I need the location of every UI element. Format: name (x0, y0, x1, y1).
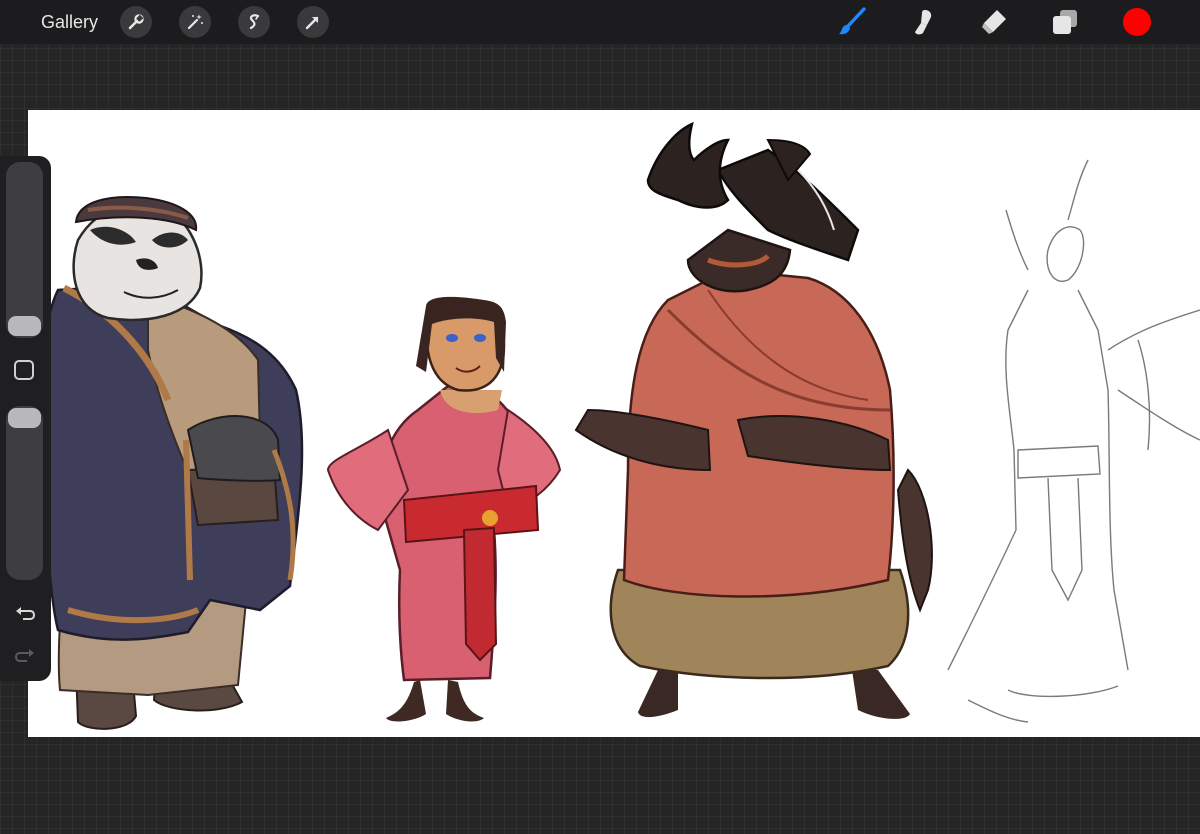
eraser-tool-button[interactable] (978, 6, 1010, 38)
brush-size-thumb[interactable] (8, 316, 41, 336)
undo-button[interactable] (12, 600, 38, 626)
opacity-thumb[interactable] (8, 408, 41, 428)
modify-button[interactable] (14, 360, 34, 380)
magic-wand-icon (187, 14, 203, 30)
top-toolbar: Gallery (0, 0, 1200, 44)
layers-button[interactable] (1049, 6, 1081, 38)
layers-icon (1053, 10, 1077, 34)
wrench-icon (128, 14, 144, 30)
redo-button[interactable] (12, 642, 38, 668)
selection-icon (249, 14, 260, 30)
redo-icon (14, 649, 34, 662)
transform-arrow-icon (305, 16, 319, 30)
transform-button[interactable] (297, 6, 329, 38)
smudge-tool-button[interactable] (906, 6, 938, 38)
actions-button[interactable] (120, 6, 152, 38)
drawing-canvas[interactable] (28, 110, 1200, 737)
smudge-icon (915, 10, 932, 35)
left-sidebar (0, 156, 51, 681)
brush-icon (839, 7, 866, 35)
sketch-character-figure (947, 159, 1200, 723)
selection-button[interactable] (238, 6, 270, 38)
brush-size-slider[interactable] (6, 162, 43, 338)
undo-icon (16, 607, 36, 620)
beetle-character-figure (574, 121, 933, 719)
adjustments-button[interactable] (179, 6, 211, 38)
gallery-button[interactable]: Gallery (41, 11, 98, 33)
opacity-slider[interactable] (6, 406, 43, 580)
color-picker-swatch[interactable] (1123, 8, 1151, 36)
brush-tool-button[interactable] (836, 6, 868, 38)
bear-character-figure (38, 196, 304, 730)
eraser-icon (982, 10, 1006, 34)
woman-character-figure (326, 296, 562, 722)
artwork (38, 121, 1200, 730)
